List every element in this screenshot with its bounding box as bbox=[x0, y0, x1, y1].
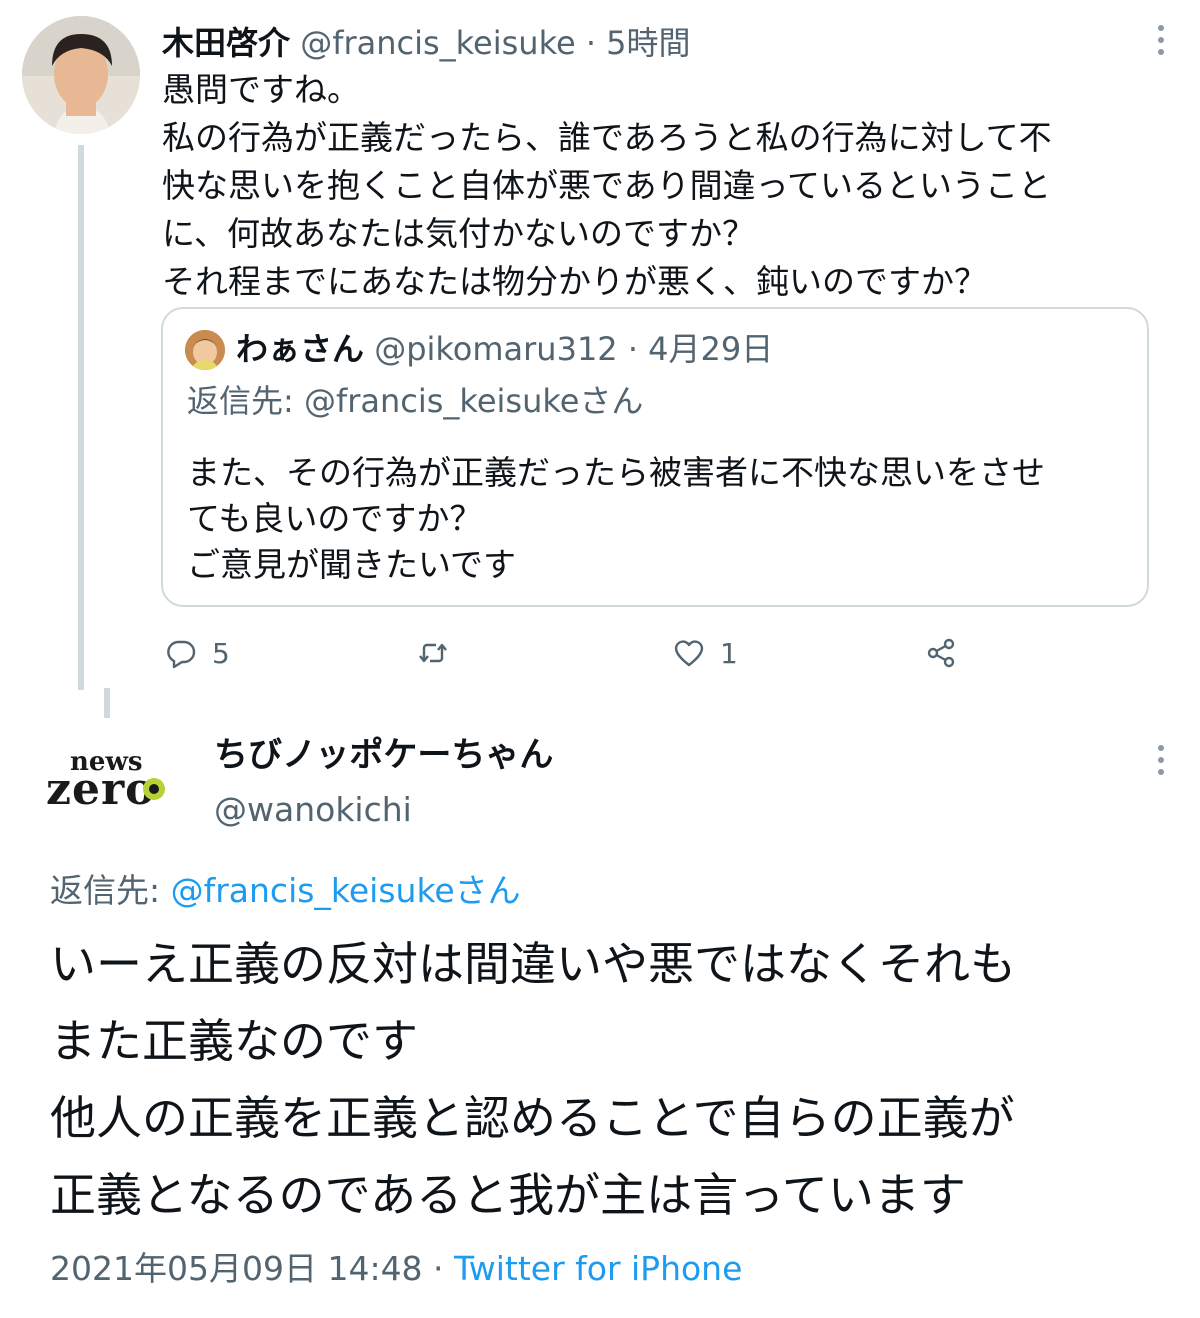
svg-text:zero: zero bbox=[46, 764, 156, 815]
tweet-text-line: 他人の正義を正義と認めることで自らの正義が bbox=[50, 1091, 1015, 1145]
reply-button[interactable]: 5 bbox=[164, 630, 230, 676]
tweet-text-line: いーえ正義の反対は間違いや悪ではなくそれも bbox=[50, 937, 1016, 991]
separator-dot: · bbox=[627, 330, 638, 368]
tweet-text-line: また正義なのです bbox=[50, 1014, 418, 1068]
tweet-text-line: 正義となるのであると我が主は言っています bbox=[50, 1168, 966, 1222]
author-name[interactable]: ちびノッポケーちゃん bbox=[214, 730, 553, 780]
tweet-text-line: 快な思いを抱くこと自体が悪であり間違っているということ bbox=[162, 166, 1052, 205]
author-handle[interactable]: @wanokichi bbox=[214, 786, 412, 834]
quoted-text-line: また、その行為が正義だったら被害者に不快な思いをさせ bbox=[187, 453, 1045, 492]
quoted-tweet-date: 4月29日 bbox=[648, 330, 774, 368]
quoted-author-avatar bbox=[185, 330, 225, 370]
tweet-text: 愚問ですね。 私の行為が正義だったら、誰であろうと私の行為に対して不 快な思いを… bbox=[162, 66, 1152, 306]
news-zero-logo: news zero bbox=[46, 747, 165, 815]
tweet-text-line: それ程までにあなたは物分かりが悪く、鈍いのですか？ bbox=[162, 262, 987, 301]
user-photo-avatar bbox=[22, 16, 140, 134]
quoted-author-name: わぁさん bbox=[236, 330, 365, 368]
quoted-text-line: ても良いのですか？ bbox=[187, 499, 483, 538]
tweet-header: 木田啓介 @francis_keisuke · 5時間 bbox=[162, 20, 691, 66]
heart-icon bbox=[674, 640, 704, 667]
author-handle[interactable]: @francis_keisuke bbox=[300, 24, 575, 62]
thread-line bbox=[78, 145, 84, 690]
reply-to-label: 返信先: bbox=[50, 871, 171, 910]
share-button[interactable] bbox=[924, 630, 958, 676]
tweet-source-link[interactable]: Twitter for iPhone bbox=[454, 1249, 742, 1288]
tweet-text-line: に、何故あなたは気付かないのですか？ bbox=[162, 214, 756, 253]
tweet-text: いーえ正義の反対は間違いや悪ではなくそれも また正義なのです 他人の正義を正義と… bbox=[50, 926, 1160, 1234]
thread-connector bbox=[104, 688, 110, 718]
quoted-tweet-text: また、その行為が正義だったら被害者に不快な思いをさせ ても良いのですか？ ご意見… bbox=[187, 450, 1137, 588]
tweet-timestamp[interactable]: 2021年05月09日 14:48 bbox=[50, 1249, 423, 1288]
separator-dot: · bbox=[585, 24, 596, 62]
more-options-button[interactable] bbox=[1150, 742, 1172, 778]
more-options-button[interactable] bbox=[1150, 22, 1172, 58]
quoted-tweet-header: わぁさん @pikomaru312 · 4月29日 bbox=[236, 326, 773, 372]
separator-dot: · bbox=[422, 1249, 455, 1288]
quoted-text-line: ご意見が聞きたいです bbox=[187, 545, 517, 584]
retweet-icon bbox=[419, 643, 447, 663]
tweet-text-line: 愚問ですね。 bbox=[162, 70, 360, 109]
reply-to-handle-link[interactable]: @francis_keisukeさん bbox=[171, 871, 521, 910]
author-name[interactable]: 木田啓介 bbox=[162, 24, 290, 62]
reply-bubble-icon bbox=[167, 640, 196, 669]
user-photo-avatar bbox=[185, 330, 225, 370]
like-count: 1 bbox=[720, 636, 738, 670]
vertical-dots-icon bbox=[1158, 25, 1164, 55]
like-button[interactable]: 1 bbox=[672, 630, 738, 676]
tweet-metadata: 2021年05月09日 14:48 · Twitter for iPhone bbox=[50, 1244, 742, 1294]
reply-to: 返信先: @francis_keisukeさん bbox=[50, 866, 521, 916]
author-avatar[interactable] bbox=[22, 16, 140, 134]
author-avatar-logo[interactable]: news zero bbox=[44, 740, 174, 820]
reply-count: 5 bbox=[212, 636, 230, 670]
tweet-time[interactable]: 5時間 bbox=[606, 24, 690, 62]
retweet-button[interactable] bbox=[416, 630, 450, 676]
tweet-text-line: 私の行為が正義だったら、誰であろうと私の行為に対して不 bbox=[162, 118, 1052, 157]
quoted-author-handle: @pikomaru312 bbox=[374, 330, 618, 368]
quoted-reply-to: 返信先: @francis_keisukeさん bbox=[187, 382, 644, 420]
vertical-dots-icon bbox=[1158, 745, 1164, 775]
share-icon bbox=[927, 638, 955, 668]
